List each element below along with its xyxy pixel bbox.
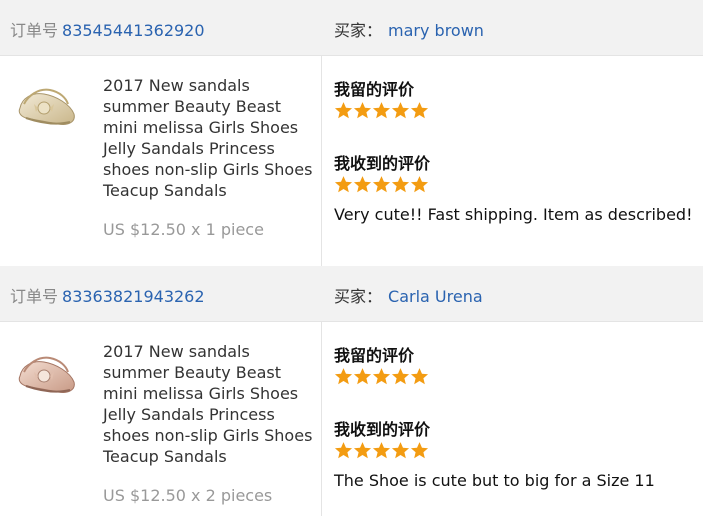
star-icon (372, 442, 391, 459)
star-icon (353, 102, 372, 119)
order-card: 订单号 83363821943262 买家： Carla Urena 2017 … (0, 266, 703, 516)
star-icon (410, 442, 429, 459)
product-title-link[interactable]: 2017 New sandals summer Beauty Beast min… (103, 341, 315, 467)
order-number-label: 订单号 (10, 287, 59, 306)
gold-sandal-thumbnail[interactable] (14, 78, 80, 140)
star-icon (334, 102, 353, 119)
buyer-label: 买家： (334, 287, 383, 306)
order-header: 订单号 83363821943262 买家： Carla Urena (0, 266, 703, 322)
order-card: 订单号 83545441362920 买家： mary brown 2017 N… (0, 0, 703, 266)
order-number-link[interactable]: 83363821943262 (62, 287, 205, 306)
my-rating-stars (334, 101, 429, 121)
my-feedback-heading: 我留的评价 (334, 346, 415, 365)
my-feedback-heading: 我留的评价 (334, 80, 415, 99)
star-icon (372, 368, 391, 385)
received-feedback-heading: 我收到的评价 (334, 420, 431, 439)
order-header: 订单号 83545441362920 买家： mary brown (0, 0, 703, 56)
received-rating-stars (334, 175, 429, 195)
star-icon (334, 368, 353, 385)
pink-sandal-thumbnail[interactable] (14, 344, 80, 406)
product-title-link[interactable]: 2017 New sandals summer Beauty Beast min… (103, 75, 315, 201)
received-comment: Very cute!! Fast shipping. Item as descr… (334, 205, 693, 224)
order-body: 2017 New sandals summer Beauty Beast min… (0, 322, 703, 516)
star-icon (334, 442, 353, 459)
received-feedback-heading: 我收到的评价 (334, 154, 431, 173)
column-divider (321, 56, 322, 266)
star-icon (353, 176, 372, 193)
star-icon (391, 102, 410, 119)
star-icon (391, 442, 410, 459)
order-number-link[interactable]: 83545441362920 (62, 21, 205, 40)
star-icon (410, 102, 429, 119)
star-icon (334, 176, 353, 193)
received-comment: The Shoe is cute but to big for a Size 1… (334, 471, 655, 490)
order-number-field: 订单号 83545441362920 (10, 17, 205, 41)
star-icon (410, 368, 429, 385)
buyer-name-link[interactable]: mary brown (388, 21, 484, 40)
star-icon (391, 368, 410, 385)
star-icon (353, 368, 372, 385)
buyer-field: 买家： mary brown (334, 17, 484, 41)
column-divider (321, 322, 322, 516)
star-icon (410, 176, 429, 193)
star-icon (372, 176, 391, 193)
received-rating-stars (334, 441, 429, 461)
star-icon (391, 176, 410, 193)
buyer-label: 买家： (334, 21, 383, 40)
star-icon (372, 102, 391, 119)
order-number-label: 订单号 (10, 21, 59, 40)
my-rating-stars (334, 367, 429, 387)
product-price: US $12.50 x 1 piece (103, 220, 264, 239)
buyer-field: 买家： Carla Urena (334, 283, 483, 307)
order-body: 2017 New sandals summer Beauty Beast min… (0, 56, 703, 266)
order-number-field: 订单号 83363821943262 (10, 283, 205, 307)
star-icon (353, 442, 372, 459)
buyer-name-link[interactable]: Carla Urena (388, 287, 483, 306)
product-price: US $12.50 x 2 pieces (103, 486, 273, 505)
